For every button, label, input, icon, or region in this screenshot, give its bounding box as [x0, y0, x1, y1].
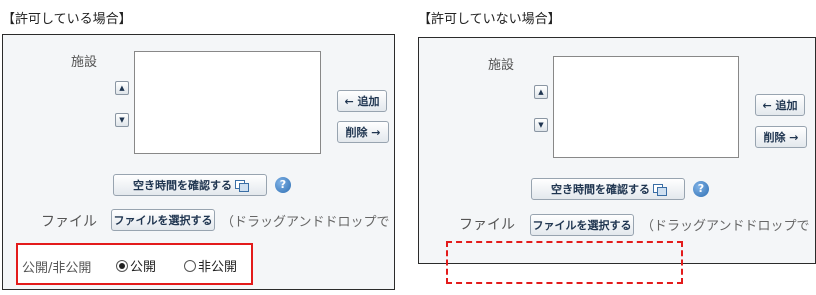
private-radio-label: 非公開 [198, 260, 238, 275]
file-label: ファイル [41, 214, 97, 230]
move-up-button[interactable]: ▲ [115, 81, 129, 95]
file-label: ファイル [459, 217, 515, 233]
right-heading: 【許可していない場合】 [418, 12, 561, 27]
drag-drop-hint: （ドラッグアンドドロップで [221, 215, 390, 230]
facility-listbox[interactable] [553, 56, 739, 158]
move-down-button[interactable]: ▼ [115, 113, 129, 127]
help-icon[interactable]: ? [693, 181, 709, 197]
missing-visibility-placeholder [446, 241, 683, 284]
drag-drop-hint: （ドラッグアンドドロップで [641, 219, 810, 234]
select-file-button[interactable]: ファイルを選択する [111, 209, 215, 231]
private-radio-option[interactable]: 非公開 [184, 256, 237, 275]
check-availability-label: 空き時間を確認する [551, 183, 650, 196]
facility-label: 施設 [488, 58, 515, 73]
facility-label: 施設 [71, 55, 98, 70]
public-radio[interactable] [116, 259, 128, 272]
left-panel: 施設 ▲ ▼ ← 追加 削除 → 空き時間を確認する ? ファイル ファイルを選… [2, 34, 395, 290]
public-radio-option[interactable]: 公開 [116, 256, 156, 275]
right-panel: 施設 ▲ ▼ ← 追加 削除 → 空き時間を確認する ? ファイル ファイルを選… [418, 37, 816, 264]
popup-window-icon [235, 180, 249, 192]
add-facility-button[interactable]: ← 追加 [755, 94, 805, 116]
check-availability-button[interactable]: 空き時間を確認する [113, 174, 267, 196]
visibility-highlight-box: 公開/非公開 公開 非公開 [16, 243, 253, 285]
visibility-label: 公開/非公開 [22, 261, 92, 276]
public-radio-label: 公開 [130, 260, 157, 275]
move-up-button[interactable]: ▲ [534, 85, 548, 99]
check-availability-label: 空き時間を確認する [133, 179, 232, 192]
remove-facility-button[interactable]: 削除 → [755, 126, 807, 148]
remove-facility-button[interactable]: 削除 → [337, 121, 389, 143]
add-facility-button[interactable]: ← 追加 [337, 90, 387, 112]
select-file-button[interactable]: ファイルを選択する [530, 214, 634, 236]
popup-window-icon [653, 184, 667, 196]
help-icon[interactable]: ? [275, 177, 291, 193]
left-heading: 【許可している場合】 [2, 12, 132, 27]
private-radio[interactable] [184, 259, 196, 272]
move-down-button[interactable]: ▼ [534, 118, 548, 132]
facility-listbox[interactable] [134, 51, 321, 154]
check-availability-button[interactable]: 空き時間を確認する [531, 178, 685, 200]
